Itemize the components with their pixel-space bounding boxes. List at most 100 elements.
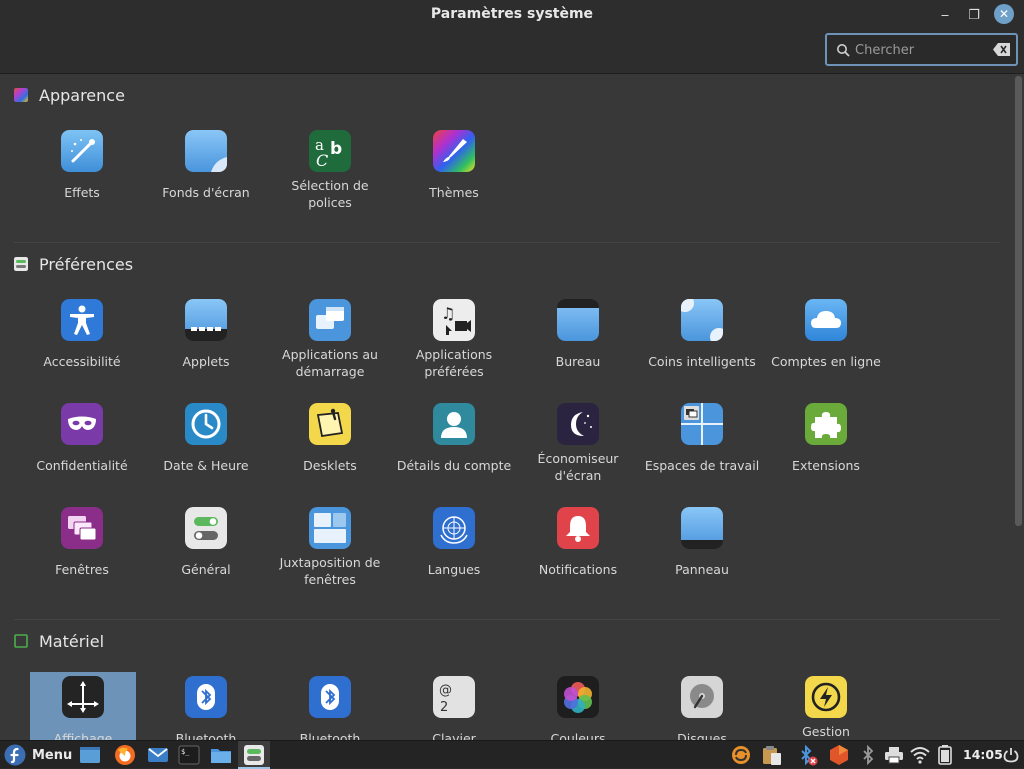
item-label: Bluetooth [175,731,237,740]
bluetooth-off-tray[interactable] [796,744,818,766]
printer-tray[interactable] [884,744,904,766]
settings-item-power[interactable]: Gestion [764,676,888,740]
settings-item-accessibility[interactable]: Accessibilité [20,299,144,379]
clipboard-tray[interactable] [761,744,783,766]
clear-search-icon[interactable] [993,43,1010,56]
clock[interactable]: 14:05 [963,747,1003,762]
workspaces-icon [681,403,723,445]
settings-item-bluetooth-2[interactable]: Bluetooth [268,676,392,740]
item-label: Langues [427,562,481,577]
desklets-icon [309,403,351,445]
item-label: Coins intelligents [648,354,756,369]
settings-item-notifications[interactable]: Notifications [516,507,640,587]
fonts-icon: a bC [309,130,351,172]
wifi-tray[interactable] [910,744,930,766]
settings-item-hot-corners[interactable]: Coins intelligents [640,299,764,379]
firefox-launcher[interactable] [114,744,136,766]
settings-item-general[interactable]: Général [144,507,268,587]
settings-item-extensions[interactable]: Extensions [764,403,888,483]
show-desktop-button[interactable] [79,744,101,766]
item-label: Confidentialité [36,458,128,473]
disks-icon [681,676,723,718]
search-input[interactable] [855,40,985,60]
settings-item-fonts[interactable]: abC Sélection de polices [268,130,392,210]
item-label: Fonds d'écran [162,185,250,200]
colors-icon [557,676,599,718]
item-label: Effets [64,185,100,200]
themes-icon [433,130,475,172]
taskbar: Menu $_ 14:05 [0,740,1024,769]
clock-icon [185,403,227,445]
security-tray[interactable] [829,744,849,766]
battery-tray[interactable] [938,744,952,766]
files-launcher[interactable] [210,744,232,766]
show-desktop-icon [80,747,100,763]
settings-item-bluetooth[interactable]: Bluetooth [144,676,268,740]
terminal-icon: $_ [178,745,200,765]
account-icon [433,403,475,445]
svg-text:b: b [330,139,342,159]
scrollbar[interactable] [1015,76,1022,526]
settings-item-account-details[interactable]: Détails du compte [392,403,516,483]
tiling-icon [309,507,351,549]
settings-item-startup-apps[interactable]: Applications au démarrage [268,299,392,379]
settings-item-panel[interactable]: Panneau [640,507,764,587]
settings-item-preferred-apps[interactable]: ♫ Applications préférées [392,299,516,379]
settings-item-tiling[interactable]: Juxtaposition de fenêtres [268,507,392,587]
terminal-launcher[interactable]: $_ [178,744,200,766]
settings-window: Paramètres système ‒ ❐ ✕ Apparence Effet… [0,0,1024,740]
minimize-button[interactable]: ‒ [935,5,955,25]
settings-item-colors[interactable]: Couleurs [516,676,640,740]
notifications-icon [557,507,599,549]
desktop-icon [557,299,599,341]
settings-item-effects[interactable]: Effets [20,130,144,210]
svg-text:♫: ♫ [441,304,455,323]
settings-item-display[interactable]: Affichage [30,672,136,740]
item-label: Bluetooth [299,731,361,740]
settings-item-date-time[interactable]: Date & Heure [144,403,268,483]
search-box[interactable] [825,33,1018,66]
close-button[interactable]: ✕ [994,4,1014,24]
item-label: Panneau [675,562,729,577]
maximize-button[interactable]: ❐ [964,5,984,25]
bluetooth-tray[interactable] [861,744,875,766]
settings-launcher[interactable] [243,744,265,766]
extensions-icon [805,403,847,445]
mail-launcher[interactable] [147,744,169,766]
privacy-icon [61,403,103,445]
window-title: Paramètres système [430,6,594,22]
settings-item-applets[interactable]: Applets [144,299,268,379]
menu-label: Menu [32,747,73,763]
hardware-icon [14,634,28,648]
power-tray[interactable] [1003,744,1019,766]
item-label: Affichage [53,731,113,740]
settings-item-themes[interactable]: Thèmes [392,130,516,210]
settings-item-windows[interactable]: Fenêtres [20,507,144,587]
effects-icon [61,130,103,172]
item-label: Fenêtres [55,562,109,577]
online-accounts-icon [805,299,847,341]
settings-item-wallpaper[interactable]: Fonds d'écran [144,130,268,210]
settings-item-screensaver[interactable]: Économiseur d'écran [516,403,640,483]
panel-icon [681,507,723,549]
settings-item-desklets[interactable]: Desklets [268,403,392,483]
screensaver-icon [557,403,599,445]
settings-item-privacy[interactable]: Confidentialité [20,403,144,483]
settings-item-keyboard[interactable]: @2 Clavier [392,676,516,740]
settings-item-workspaces[interactable]: Espaces de travail [640,403,764,483]
section-header-hardware: Matériel [14,629,104,653]
item-label: Détails du compte [396,458,512,473]
appearance-icon [14,88,28,102]
item-label: Sélection de polices [291,178,369,210]
item-label: Général [181,562,231,577]
item-label: Applications au démarrage [282,347,378,379]
settings-item-languages[interactable]: Langues [392,507,516,587]
menu-button[interactable]: Menu [4,744,72,766]
settings-item-online-accounts[interactable]: Comptes en ligne [764,299,888,379]
updater-tray[interactable] [731,744,751,766]
settings-item-desktop[interactable]: Bureau [516,299,640,379]
firefox-icon [115,745,135,765]
settings-item-disks[interactable]: Disques [640,676,764,740]
wifi-icon [910,747,930,764]
hot-corners-icon [681,299,723,341]
